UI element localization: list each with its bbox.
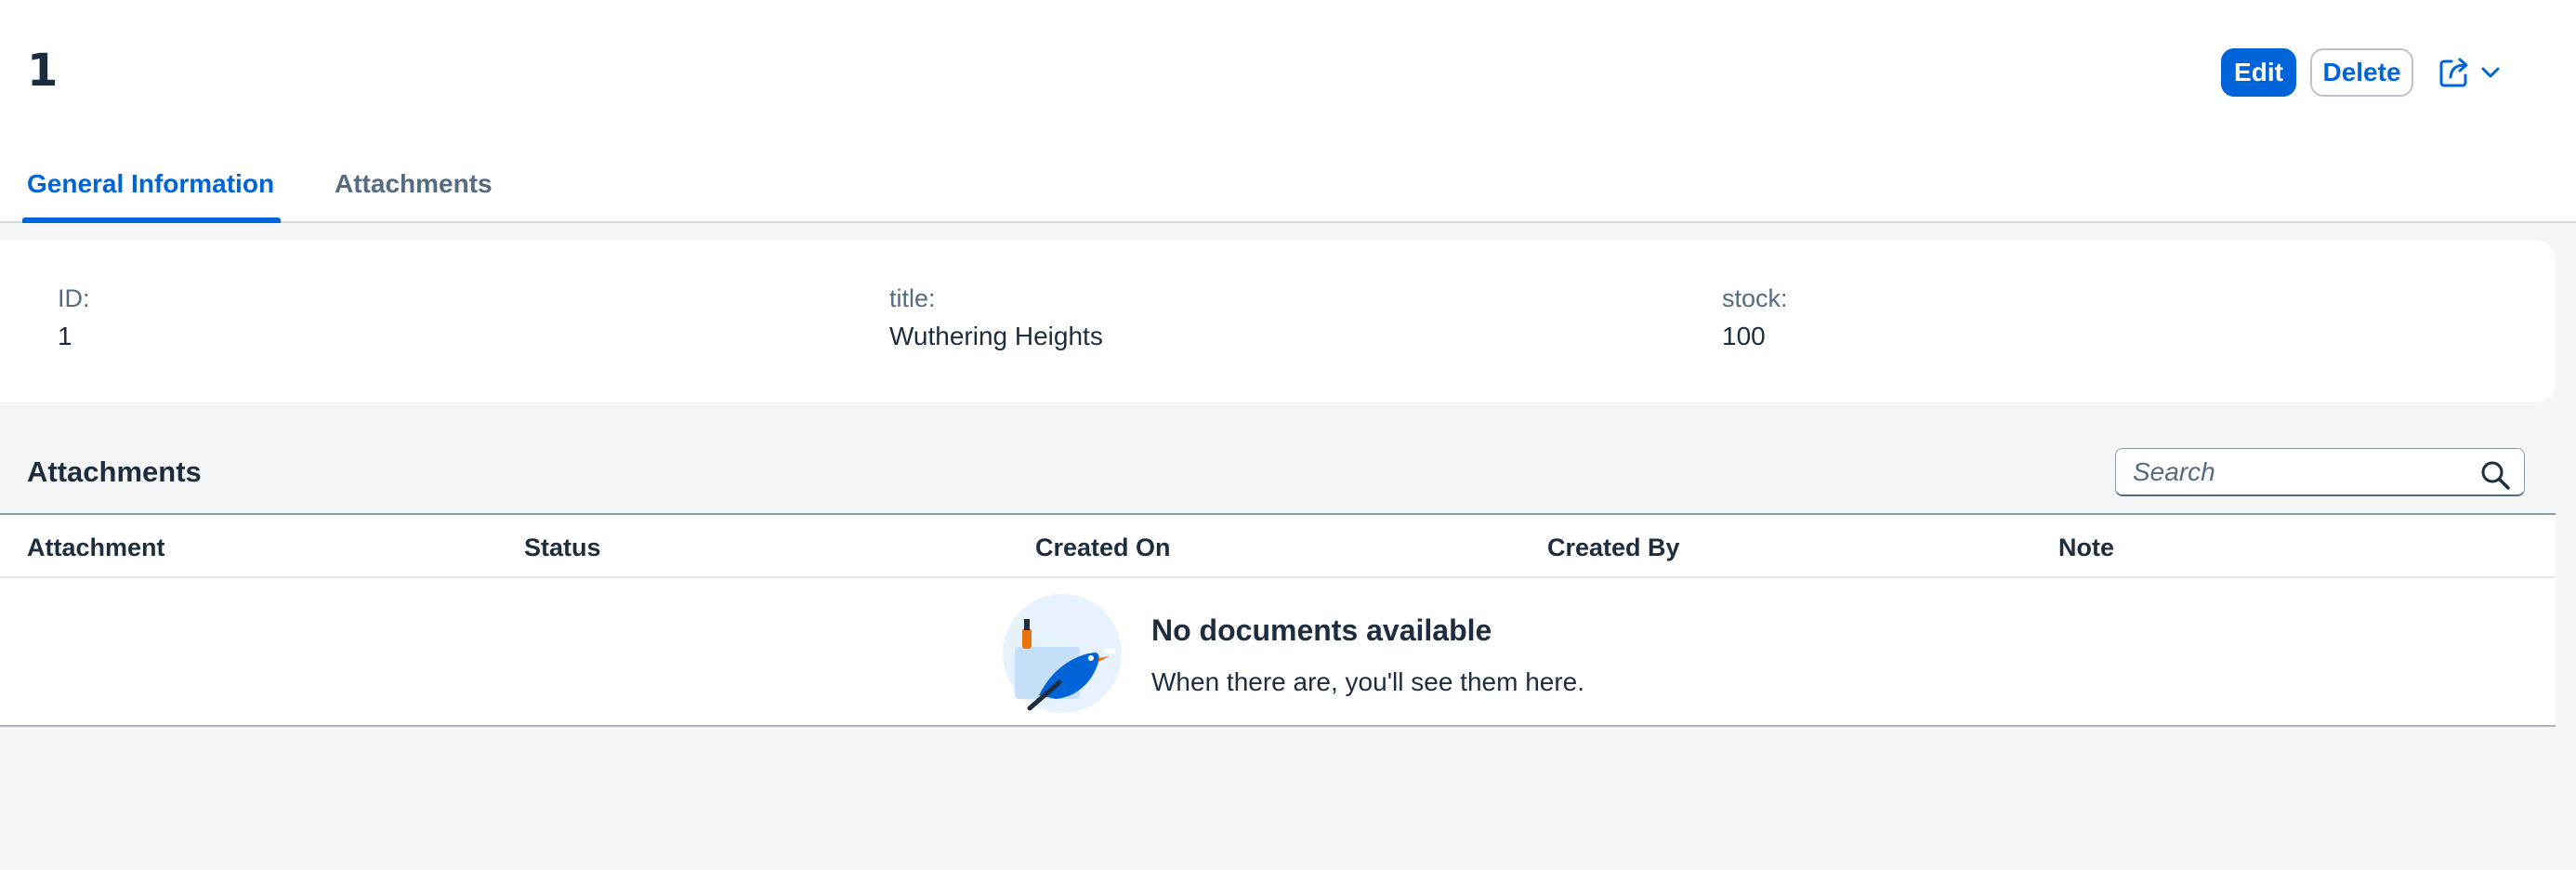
object-page-header: 1 Edit Delete General Information Attach… [0,0,2576,223]
field-value-title: Wuthering Heights [889,322,1103,350]
field-label-stock: stock: [1722,284,1788,312]
field-label-title: title: [889,284,936,312]
share-menu-button[interactable] [2438,52,2513,93]
column-header-created-on[interactable]: Created On [1035,534,1171,562]
field-value-id: 1 [58,322,72,350]
empty-state-description: When there are, you'll see them here. [1151,667,1585,696]
column-header-note[interactable]: Note [2058,534,2114,562]
selected-tab-indicator [22,218,281,223]
search-input[interactable] [2133,456,2467,488]
tab-attachments[interactable]: Attachments [335,169,493,199]
column-header-status[interactable]: Status [524,534,601,562]
empty-state-title: No documents available [1151,613,1492,647]
table-header-divider [0,576,2556,578]
search-icon[interactable] [2479,459,2511,491]
no-data-illustration [1003,594,1122,713]
chevron-down-icon [2481,67,2500,78]
general-information-card: ID: 1 title: Wuthering Heights stock: 10… [0,240,2556,402]
column-header-created-by[interactable]: Created By [1547,534,1680,562]
search-field[interactable] [2115,448,2525,496]
field-value-stock: 100 [1722,322,1766,350]
attachments-section-title: Attachments [27,455,202,488]
column-header-attachment[interactable]: Attachment [27,534,165,562]
delete-button[interactable]: Delete [2310,48,2413,97]
field-label-id: ID: [58,284,90,312]
edit-button[interactable]: Edit [2221,48,2296,97]
share-icon [2439,58,2468,87]
page-title: 1 [27,45,59,97]
attachments-table: Attachment Status Created On Created By … [0,513,2556,727]
tab-general-information[interactable]: General Information [27,169,274,199]
